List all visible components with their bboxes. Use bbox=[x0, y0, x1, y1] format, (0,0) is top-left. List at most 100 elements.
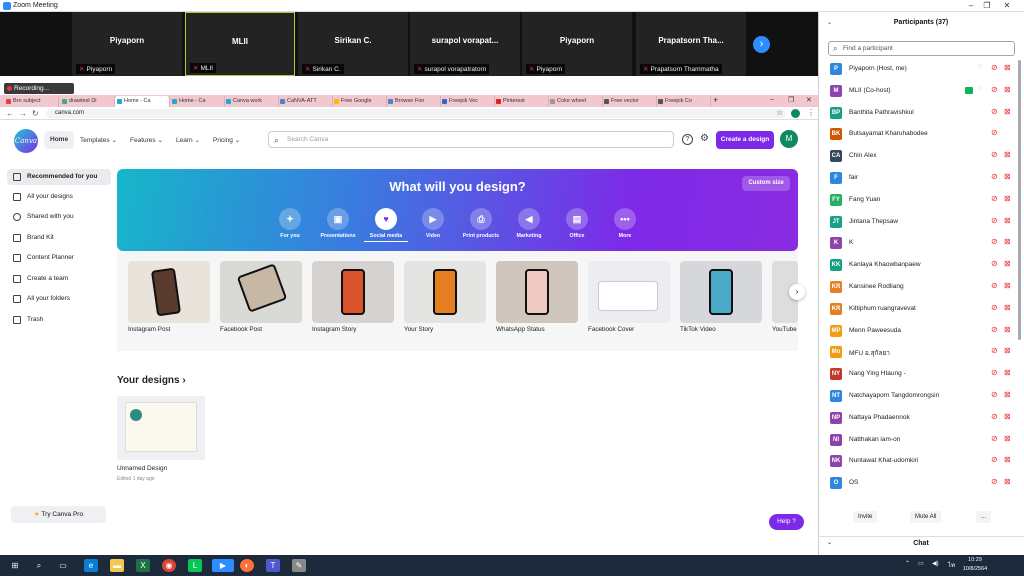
browser-tab[interactable]: CaNVA-ATT bbox=[278, 96, 333, 107]
new-tab-plus-icon[interactable]: + bbox=[713, 95, 718, 105]
windows-start-icon[interactable]: ⊞ bbox=[8, 559, 22, 572]
category-social-media[interactable]: ♥ Social media bbox=[364, 208, 408, 242]
sidebar-item-all-designs[interactable]: All your designs bbox=[7, 189, 111, 205]
template-card-tiktok-video[interactable] bbox=[680, 261, 762, 323]
video-tile[interactable]: Piyaporn ✕ Piyaporn bbox=[72, 12, 182, 76]
participant-row[interactable]: O OS ⊘ ⊠ bbox=[820, 472, 1020, 494]
collapse-chevron-icon[interactable]: ⌄ bbox=[827, 539, 832, 546]
design-thumbnail[interactable] bbox=[117, 396, 205, 460]
sidebar-item-trash[interactable]: Trash bbox=[7, 312, 111, 328]
camera-off-icon[interactable]: ⊠ bbox=[1004, 477, 1011, 486]
template-card-facebook-post[interactable] bbox=[220, 261, 302, 323]
category-video[interactable]: ▶ Video bbox=[411, 208, 455, 239]
bookmark-star-icon[interactable]: ☆ bbox=[776, 108, 783, 117]
back-arrow-icon[interactable]: ← bbox=[6, 109, 14, 118]
mic-muted-icon[interactable]: ⊘ bbox=[991, 303, 998, 312]
camera-off-icon[interactable]: ⊠ bbox=[1004, 390, 1011, 399]
mic-muted-icon[interactable]: ⊘ bbox=[991, 63, 998, 72]
tray-chevron-icon[interactable]: ⌃ bbox=[905, 560, 910, 567]
browser-tab[interactable]: Canva work bbox=[224, 96, 279, 107]
url-field[interactable]: canva.com bbox=[46, 109, 786, 118]
mic-muted-icon[interactable]: ⊘ bbox=[991, 390, 998, 399]
teams-icon[interactable]: T bbox=[266, 559, 280, 572]
video-tile[interactable]: surapol vorapat... ✕ surapol vorapatratorn bbox=[410, 12, 520, 76]
mic-muted-icon[interactable]: ⊘ bbox=[991, 128, 998, 137]
mic-muted-icon[interactable]: ⊘ bbox=[991, 259, 998, 268]
nav-templates[interactable]: Templates ⌄ bbox=[80, 136, 117, 144]
category-for-you[interactable]: ✦ For you bbox=[268, 208, 312, 239]
template-card-instagram-post[interactable] bbox=[128, 261, 210, 323]
participant-row[interactable]: KR Kansinee Rodliang ⊘ ⊠ bbox=[820, 276, 1020, 298]
browser-maximize-icon[interactable]: ❐ bbox=[788, 96, 794, 104]
browser-tab[interactable]: Home - Ca bbox=[170, 96, 225, 107]
browser-tab[interactable]: Browse Fon bbox=[386, 96, 441, 107]
mic-muted-icon[interactable]: ⊘ bbox=[991, 325, 998, 334]
chat-header[interactable]: Chat bbox=[818, 536, 1024, 550]
category-more[interactable]: ••• More bbox=[603, 208, 647, 239]
browser-tab[interactable]: Bro subject bbox=[4, 96, 59, 107]
mic-muted-icon[interactable]: ⊘ bbox=[991, 434, 998, 443]
mic-muted-icon[interactable]: ⊘ bbox=[991, 107, 998, 116]
browser-tab-active[interactable]: Home - Ca bbox=[115, 96, 170, 107]
video-tile-active-speaker[interactable]: MLII ✕ MLII bbox=[185, 12, 295, 76]
participant-row[interactable]: KR Kittiphum ruangravevat ⊘ ⊠ bbox=[820, 298, 1020, 320]
user-avatar[interactable]: M bbox=[780, 130, 798, 148]
scrollbar[interactable] bbox=[1018, 60, 1021, 340]
camera-off-icon[interactable]: ⊠ bbox=[1004, 325, 1011, 334]
mic-muted-icon[interactable]: ⊘ bbox=[991, 172, 998, 181]
participant-row[interactable]: FY Fang Yuan ⊘ ⊠ bbox=[820, 189, 1020, 211]
language-icon[interactable]: ไท bbox=[948, 560, 955, 570]
browser-tab[interactable]: Freepik Vec bbox=[440, 96, 495, 107]
maximize-button[interactable]: ❐ bbox=[980, 1, 994, 11]
zoom-taskbar-icon[interactable]: ▶ bbox=[212, 559, 234, 572]
mic-muted-icon[interactable]: ⊘ bbox=[991, 237, 998, 246]
mic-muted-icon[interactable]: ⊘ bbox=[991, 281, 998, 290]
minimize-button[interactable]: – bbox=[964, 1, 978, 11]
template-card-facebook-cover[interactable] bbox=[588, 261, 670, 323]
camera-off-icon[interactable]: ⊠ bbox=[1004, 85, 1011, 94]
browser-tab[interactable]: Freepik Co bbox=[656, 96, 711, 107]
camera-off-icon[interactable]: ⊠ bbox=[1004, 281, 1011, 290]
camera-off-icon[interactable]: ⊠ bbox=[1004, 194, 1011, 203]
participant-row[interactable]: BP Banthita Pathravishkul ⊘ ⊠ bbox=[820, 102, 1020, 124]
network-icon[interactable]: ▭ bbox=[918, 560, 924, 567]
try-canva-pro-button[interactable]: ★ Try Canva Pro bbox=[11, 506, 106, 523]
app-icon[interactable]: ✎ bbox=[292, 559, 306, 572]
more-options-button[interactable]: ... bbox=[976, 511, 992, 523]
nav-features[interactable]: Features ⌄ bbox=[130, 136, 163, 144]
participant-row[interactable]: KK Kanlaya Khaowbanpaew ⊘ ⊠ bbox=[820, 254, 1020, 276]
camera-off-icon[interactable]: ⊠ bbox=[1004, 150, 1011, 159]
browser-profile-icon[interactable] bbox=[791, 109, 800, 118]
recording-indicator[interactable]: Recording... bbox=[4, 83, 74, 94]
camera-off-icon[interactable]: ⊠ bbox=[1004, 368, 1011, 377]
chrome-icon[interactable]: ◉ bbox=[162, 559, 176, 572]
line-app-icon[interactable]: L bbox=[188, 559, 202, 572]
participant-row[interactable]: NY Nang Ying Htaung - ⊘ ⊠ bbox=[820, 363, 1020, 385]
video-tile[interactable]: Piyaporn ✕ Piyaporn bbox=[522, 12, 632, 76]
reload-icon[interactable]: ↻ bbox=[32, 109, 39, 118]
browser-menu-icon[interactable]: ⋮ bbox=[807, 108, 815, 117]
video-tile[interactable]: Sirikan C. ✕ Sirikan C. bbox=[298, 12, 408, 76]
sidebar-item-brand-kit[interactable]: Brand Kit bbox=[7, 230, 111, 246]
camera-off-icon[interactable]: ⊠ bbox=[1004, 172, 1011, 181]
nav-home[interactable]: Home bbox=[44, 131, 75, 149]
canva-search-input[interactable]: ⌕ Search Canva bbox=[268, 131, 674, 148]
edge-browser-icon[interactable]: e bbox=[84, 559, 98, 572]
participant-row[interactable]: NK Nuntawat Khat-udomkiri ⊘ ⊠ bbox=[820, 450, 1020, 472]
participant-row[interactable]: P Piyaporn (Host, me) ◌ ⊘ ⊠ bbox=[820, 58, 1020, 80]
excel-icon[interactable]: X bbox=[136, 559, 150, 572]
mic-muted-icon[interactable]: ⊘ bbox=[991, 194, 998, 203]
nav-learn[interactable]: Learn ⌄ bbox=[176, 136, 200, 144]
camera-off-icon[interactable]: ⊠ bbox=[1004, 63, 1011, 72]
browser-tab[interactable]: Free vector bbox=[602, 96, 657, 107]
participant-row[interactable]: BK Butsayamat Kharuhabodee ⊘ bbox=[820, 123, 1020, 145]
category-office[interactable]: ▤ Office bbox=[555, 208, 599, 239]
volume-icon[interactable]: ◀) bbox=[932, 560, 939, 567]
find-participant-input[interactable]: ⌕ Find a participant bbox=[828, 41, 1015, 56]
firefox-icon[interactable]: ◐ bbox=[240, 559, 254, 572]
settings-gear-icon[interactable]: ⚙ bbox=[699, 134, 710, 145]
help-question-icon[interactable]: ? bbox=[682, 134, 693, 145]
participant-row[interactable]: CA Chin Alex ⊘ ⊠ bbox=[820, 145, 1020, 167]
camera-off-icon[interactable]: ⊠ bbox=[1004, 412, 1011, 421]
canva-logo[interactable]: Canva bbox=[14, 129, 38, 153]
